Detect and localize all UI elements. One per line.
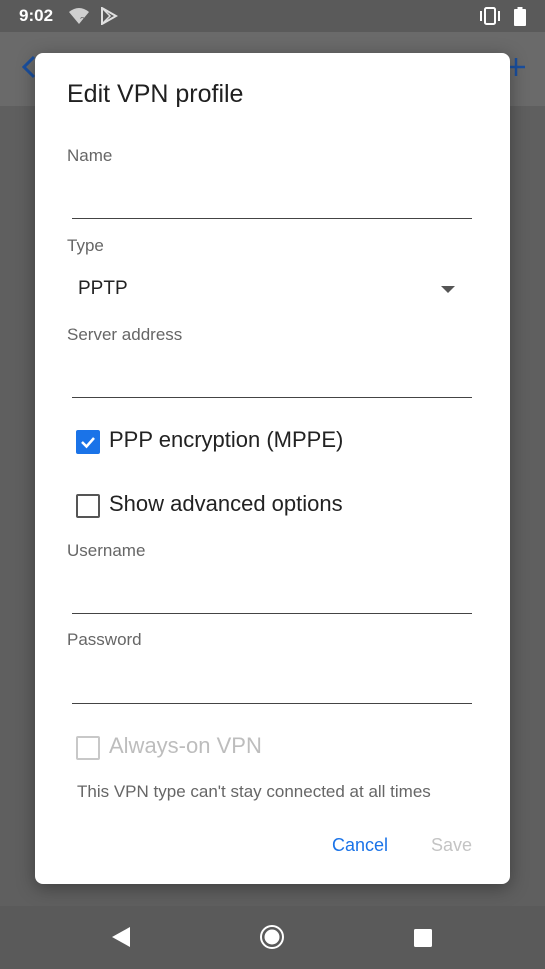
play-store-icon	[100, 6, 119, 30]
password-label: Password	[67, 630, 142, 649]
show-advanced-checkbox[interactable]	[76, 494, 100, 518]
dropdown-arrow-icon	[441, 286, 455, 293]
type-select[interactable]: PPTP	[72, 269, 472, 309]
always-on-checkbox	[76, 736, 100, 760]
cancel-button[interactable]: Cancel	[332, 835, 388, 856]
status-time: 9:02	[19, 6, 54, 25]
vibrate-icon	[479, 7, 501, 30]
username-field[interactable]	[72, 573, 472, 613]
battery-icon	[514, 7, 526, 31]
recents-icon[interactable]	[413, 928, 433, 953]
type-label: Type	[67, 236, 104, 255]
username-label: Username	[67, 541, 146, 560]
show-advanced-label: Show advanced options	[109, 491, 343, 516]
type-value: PPTP	[78, 278, 128, 299]
server-address-label: Server address	[67, 325, 183, 344]
name-field-underline	[72, 218, 472, 219]
save-button: Save	[431, 835, 473, 855]
name-label: Name	[67, 146, 113, 165]
status-bar: 9:02 ?	[0, 0, 545, 32]
always-on-label: Always-on VPN	[109, 733, 262, 758]
back-icon[interactable]	[110, 926, 132, 953]
navigation-bar	[0, 906, 545, 969]
password-field[interactable]	[72, 662, 472, 702]
username-underline	[72, 613, 472, 614]
home-icon[interactable]	[259, 924, 285, 955]
always-on-note: This VPN type can't stay connected at al…	[77, 782, 431, 801]
server-address-underline	[72, 397, 472, 398]
ppp-encryption-label: PPP encryption (MPPE)	[109, 427, 344, 452]
server-address-field[interactable]	[72, 357, 472, 397]
edit-vpn-dialog: Edit VPN profile Name Type PPTP Server a…	[35, 53, 510, 884]
back-arrow-icon[interactable]	[21, 55, 36, 86]
name-field[interactable]	[72, 178, 472, 218]
svg-text:?: ?	[80, 16, 85, 25]
wifi-unknown-icon: ?	[68, 7, 90, 30]
dialog-title: Edit VPN profile	[67, 80, 244, 108]
password-underline	[72, 703, 472, 704]
ppp-encryption-checkbox[interactable]	[76, 430, 100, 454]
